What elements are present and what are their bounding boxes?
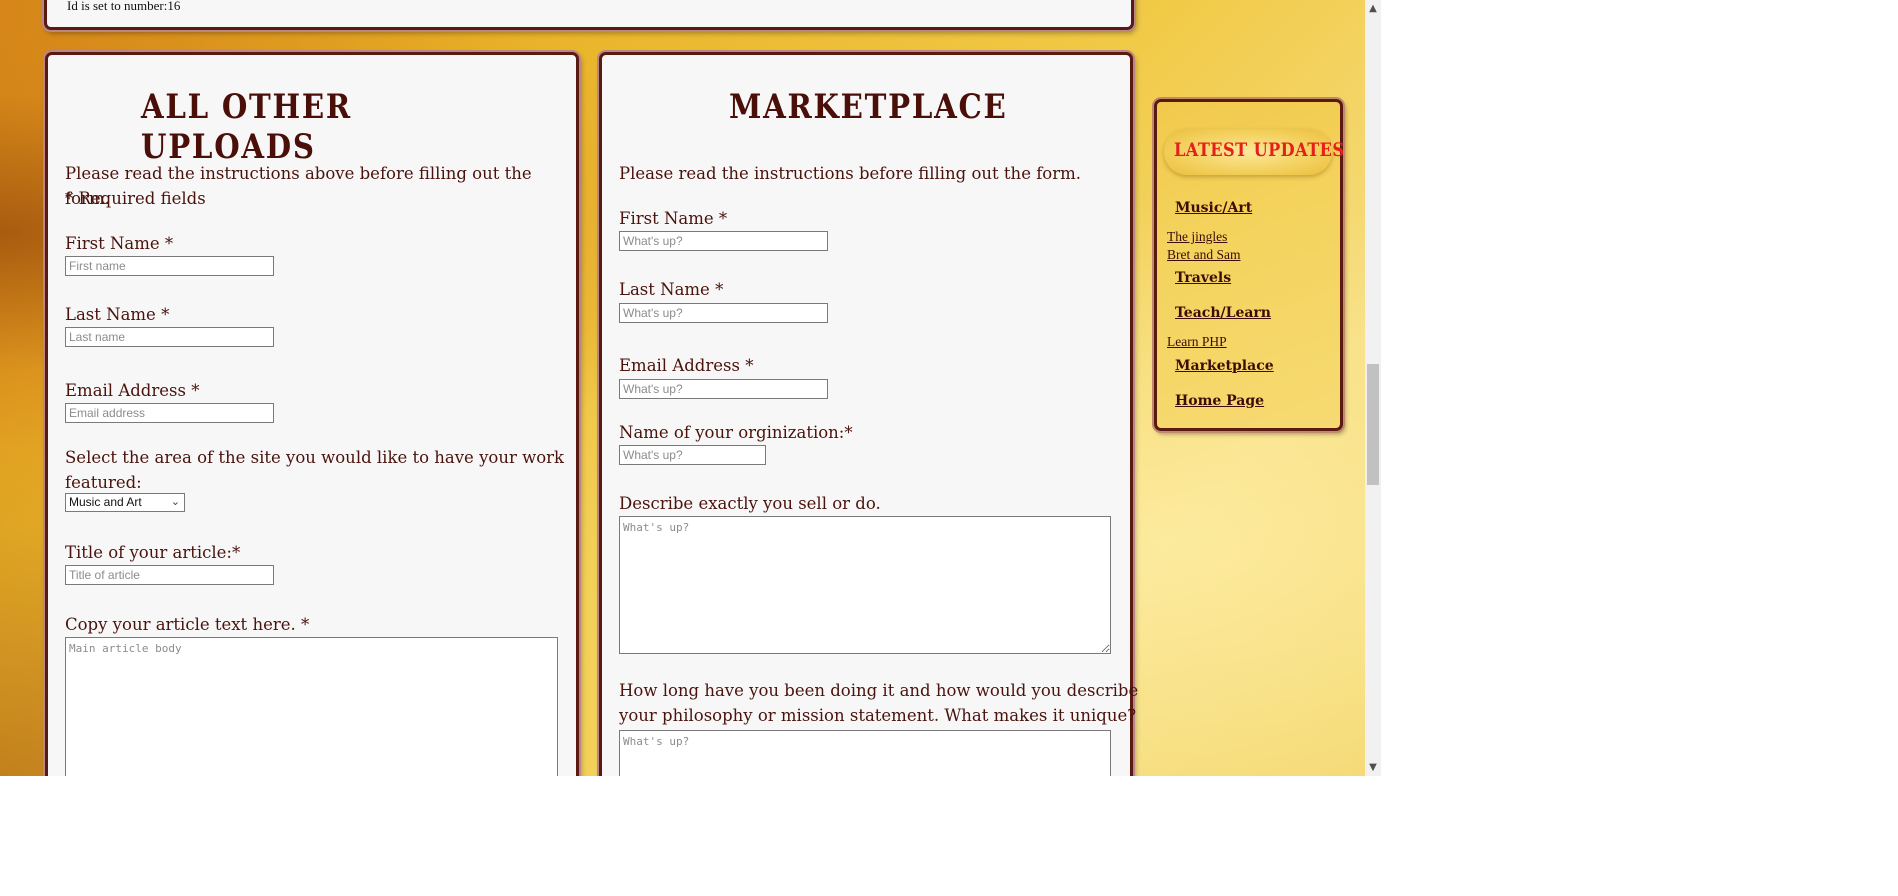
marketplace-org-input[interactable] (619, 445, 766, 465)
scroll-down-arrow-icon[interactable]: ▼ (1365, 759, 1381, 776)
scroll-up-arrow-icon[interactable]: ▲ (1365, 0, 1381, 17)
uploads-article-title-input[interactable] (65, 565, 274, 585)
uploads-area-label-line2: featured: (65, 473, 142, 492)
marketplace-first-name-label: First Name * (619, 209, 728, 228)
latest-updates-heading: LATEST UPDATES (1174, 139, 1345, 161)
top-note: Id is set to number:16 (67, 0, 181, 13)
uploads-required-note: * Required fields (65, 189, 206, 208)
uploads-area-selected: Music and Art (69, 495, 142, 509)
sidebar-link-teach-learn[interactable]: Teach/Learn (1175, 305, 1271, 321)
marketplace-philosophy-textarea[interactable] (619, 730, 1111, 776)
marketplace-email-input[interactable] (619, 379, 828, 399)
latest-updates-badge: LATEST UPDATES (1164, 129, 1344, 175)
latest-updates-sidebar: LATEST UPDATES Music/Art The jingles Bre… (1154, 99, 1344, 431)
uploads-article-body-label: Copy your article text here. * (65, 615, 310, 634)
scrollbar-thumb[interactable] (1367, 364, 1379, 485)
uploads-email-label: Email Address * (65, 381, 200, 400)
uploads-article-title-label: Title of your article:* (65, 543, 241, 562)
chevron-down-icon: ⌄ (170, 496, 180, 508)
marketplace-first-name-input[interactable] (619, 231, 828, 251)
uploads-area-label-line1: Select the area of the site you would li… (65, 448, 565, 467)
uploads-last-name-label: Last Name * (65, 305, 170, 324)
sidebar-link-travels[interactable]: Travels (1175, 270, 1231, 286)
marketplace-email-label: Email Address * (619, 356, 754, 375)
marketplace-philosophy-label-line2: your philosophy or mission statement. Wh… (619, 706, 1137, 725)
marketplace-form-panel: MARKETPLACE Please read the instructions… (599, 52, 1138, 776)
marketplace-org-label: Name of your orginization:* (619, 423, 853, 442)
marketplace-title: MARKETPLACE (729, 87, 1008, 127)
sidebar-link-bret-and-sam[interactable]: Bret and Sam (1167, 247, 1241, 263)
marketplace-last-name-input[interactable] (619, 303, 828, 323)
marketplace-last-name-label: Last Name * (619, 280, 724, 299)
sidebar-link-learn-php[interactable]: Learn PHP (1167, 334, 1227, 350)
uploads-first-name-input[interactable] (65, 256, 274, 276)
uploads-area-select[interactable]: Music and Art ⌄ (65, 493, 185, 512)
page-viewport: Id is set to number:16 ALL OTHER UPLOADS… (0, 0, 1365, 776)
marketplace-describe-label: Describe exactly you sell or do. (619, 494, 881, 513)
marketplace-instructions: Please read the instructions before fill… (619, 164, 1082, 183)
marketplace-describe-textarea[interactable] (619, 516, 1111, 654)
vertical-scrollbar[interactable]: ▲ ▼ (1365, 0, 1381, 776)
marketplace-philosophy-label-line1: How long have you been doing it and how … (619, 681, 1139, 700)
uploads-email-input[interactable] (65, 403, 274, 423)
sidebar-link-music-art[interactable]: Music/Art (1175, 200, 1252, 216)
sidebar-link-the-jingles[interactable]: The jingles (1167, 229, 1227, 245)
uploads-title: ALL OTHER UPLOADS (141, 87, 352, 167)
uploads-article-body-textarea[interactable] (65, 637, 558, 776)
uploads-last-name-input[interactable] (65, 327, 274, 347)
sidebar-link-marketplace[interactable]: Marketplace (1175, 358, 1274, 374)
top-info-panel: Id is set to number:16 (44, 0, 1134, 30)
uploads-form-panel: ALL OTHER UPLOADS Please read the instru… (45, 52, 579, 776)
uploads-first-name-label: First Name * (65, 234, 174, 253)
sidebar-link-home-page[interactable]: Home Page (1175, 393, 1264, 409)
